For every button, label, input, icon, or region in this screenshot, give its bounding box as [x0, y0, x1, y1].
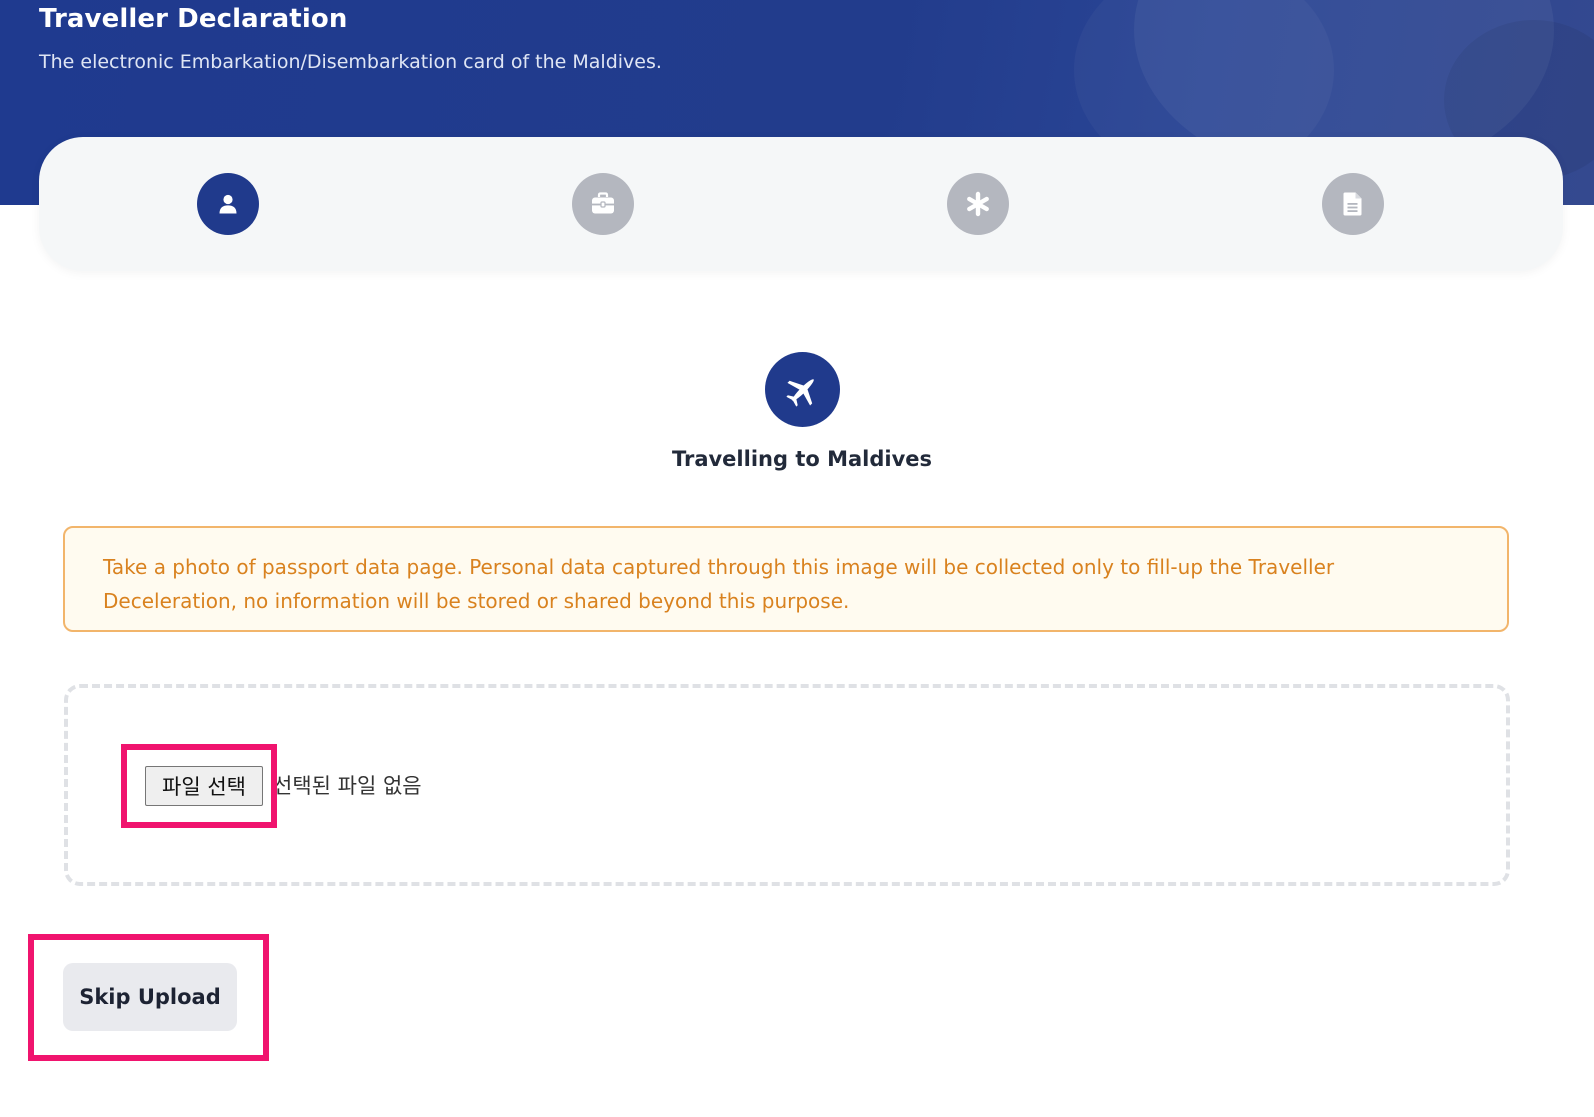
- highlight-box-file-button: [121, 744, 277, 828]
- step-personal[interactable]: [197, 173, 259, 235]
- briefcase-icon: [592, 192, 614, 214]
- step-health[interactable]: [947, 173, 1009, 235]
- step-review[interactable]: [1322, 173, 1384, 235]
- section-icon-badge: [765, 352, 840, 427]
- progress-stepper: [39, 137, 1563, 271]
- file-status-text: 선택된 파일 없음: [273, 774, 422, 798]
- privacy-notice: Take a photo of passport data page. Pers…: [63, 526, 1509, 632]
- page-title: Traveller Declaration: [39, 4, 348, 34]
- user-icon: [219, 194, 237, 214]
- airplane-icon: [785, 378, 814, 407]
- document-icon: [1343, 192, 1362, 216]
- step-travel[interactable]: [572, 173, 634, 235]
- highlight-box-skip-button: [28, 934, 269, 1061]
- page-subtitle: The electronic Embarkation/Disembarkatio…: [39, 51, 662, 73]
- section-title: Travelling to Maldives: [671, 447, 933, 471]
- notice-text: Take a photo of passport data page. Pers…: [103, 555, 1335, 613]
- asterisk-icon: [967, 191, 989, 217]
